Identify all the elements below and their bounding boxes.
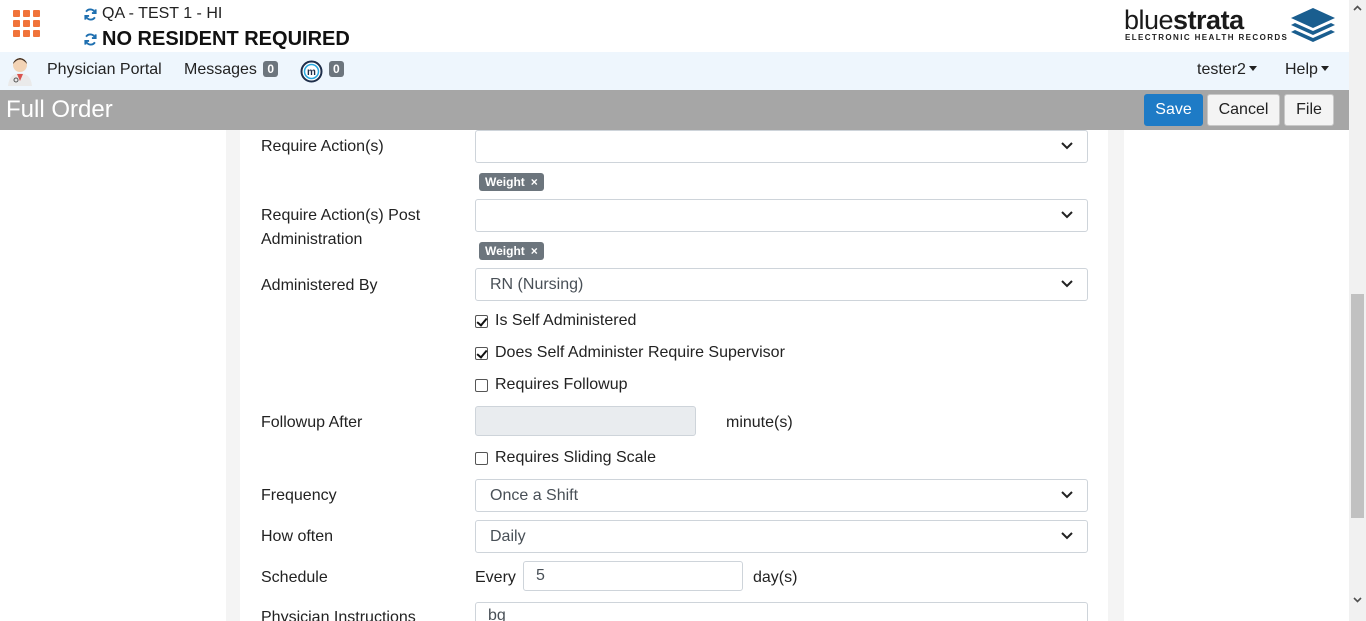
self-admin-supervisor-checkbox[interactable]: Does Self Administer Require Supervisor: [475, 344, 785, 362]
cancel-button[interactable]: Cancel: [1207, 94, 1280, 126]
checkbox-unchecked[interactable]: [475, 378, 488, 392]
brand-logo: bluestrata ELECTRONIC HEALTH RECORDS: [1124, 6, 1336, 44]
messages-count-badge: 0: [263, 61, 279, 77]
apps-grid-icon[interactable]: [13, 10, 41, 38]
is-self-administered-checkbox[interactable]: Is Self Administered: [475, 312, 636, 330]
layers-logo-icon: [1291, 8, 1335, 42]
help-menu[interactable]: Help: [1285, 52, 1329, 90]
file-button[interactable]: File: [1284, 94, 1334, 126]
top-header: QA - TEST 1 - HI NO RESIDENT REQUIRED bl…: [0, 0, 1349, 52]
navbar: Physician Portal Messages 0 m 0 tester2 …: [0, 52, 1349, 90]
scroll-down-arrow-icon[interactable]: [1353, 597, 1362, 603]
require-actions-select[interactable]: [475, 130, 1088, 163]
nav-messages-label: Messages: [184, 61, 257, 78]
administered-by-select[interactable]: RN (Nursing): [475, 268, 1088, 301]
chevron-down-icon: [1061, 280, 1073, 288]
physician-avatar-icon: [8, 58, 32, 86]
caret-down-icon: [1320, 66, 1329, 71]
schedule-unit: day(s): [753, 569, 798, 586]
scrollbar-thumb[interactable]: [1351, 294, 1364, 518]
frequency-label: Frequency: [261, 487, 337, 504]
followup-after-input: [475, 406, 696, 436]
m-logo-icon[interactable]: m: [300, 60, 323, 83]
how-often-select[interactable]: Daily: [475, 520, 1088, 553]
chevron-down-icon: [1061, 142, 1073, 150]
schedule-every-input[interactable]: 5: [523, 561, 743, 591]
help-menu-label: Help: [1285, 61, 1318, 78]
require-actions-post-select[interactable]: [475, 199, 1088, 232]
nav-m-count[interactable]: 0: [327, 52, 344, 90]
require-actions-label: Require Action(s): [261, 138, 384, 155]
refresh-icon[interactable]: [83, 7, 98, 22]
how-often-label: How often: [261, 528, 334, 545]
require-actions-post-label: Require Action(s) Post Administration: [261, 207, 421, 248]
resident-selector[interactable]: NO RESIDENT REQUIRED: [83, 28, 350, 51]
administered-by-value: RN (Nursing): [490, 276, 584, 293]
chevron-down-icon: [1061, 532, 1073, 540]
requires-sliding-scale-label: Requires Sliding Scale: [495, 449, 656, 466]
facility-selector[interactable]: QA - TEST 1 - HI: [83, 5, 222, 23]
requires-followup-checkbox[interactable]: Requires Followup: [475, 376, 628, 394]
administered-by-label: Administered By: [261, 277, 378, 294]
user-menu-label: tester2: [1197, 61, 1246, 78]
requires-followup-label: Requires Followup: [495, 376, 628, 393]
require-actions-post-tag: Weight ×: [479, 242, 544, 260]
is-self-administered-label: Is Self Administered: [495, 312, 637, 329]
nav-physician-portal[interactable]: Physician Portal: [47, 52, 162, 90]
chevron-down-icon: [1061, 491, 1073, 499]
title-bar: Full Order Save Cancel File: [0, 90, 1349, 130]
save-button[interactable]: Save: [1144, 94, 1203, 126]
checkbox-unchecked[interactable]: [475, 451, 488, 465]
facility-name: QA - TEST 1 - HI: [102, 5, 223, 22]
brand-tagline: ELECTRONIC HEALTH RECORDS: [1125, 33, 1289, 42]
physician-instructions-textarea[interactable]: bg: [475, 602, 1088, 621]
chevron-down-icon: [1061, 211, 1073, 219]
checkbox-checked[interactable]: [475, 314, 488, 328]
form-content: Require Action(s) Weight × Require Action…: [0, 130, 1349, 621]
page-title: Full Order: [6, 96, 113, 123]
require-actions-tag: Weight ×: [479, 173, 544, 191]
resident-name: NO RESIDENT REQUIRED: [102, 28, 350, 50]
schedule-label: Schedule: [261, 569, 328, 586]
require-actions-tag-label: Weight: [485, 175, 525, 189]
page-scrollbar[interactable]: [1349, 0, 1366, 621]
physician-instructions-label: Physician Instructions: [261, 609, 416, 621]
schedule-prefix: Every: [475, 569, 516, 586]
brand-wordmark: bluestrata: [1124, 5, 1244, 35]
m-count-badge: 0: [329, 61, 344, 77]
frequency-select[interactable]: Once a Shift: [475, 479, 1088, 512]
caret-down-icon: [1248, 66, 1257, 71]
user-menu[interactable]: tester2: [1197, 52, 1257, 90]
svg-text:m: m: [307, 67, 316, 78]
remove-tag-icon[interactable]: ×: [531, 244, 538, 258]
refresh-icon[interactable]: [83, 32, 98, 47]
scroll-up-arrow-icon[interactable]: [1353, 5, 1362, 11]
frequency-value: Once a Shift: [490, 487, 579, 504]
followup-after-label: Followup After: [261, 414, 363, 431]
nav-messages[interactable]: Messages 0: [184, 52, 279, 90]
require-actions-post-tag-label: Weight: [485, 244, 525, 258]
self-admin-supervisor-label: Does Self Administer Require Supervisor: [495, 344, 785, 361]
how-often-value: Daily: [490, 528, 526, 545]
remove-tag-icon[interactable]: ×: [531, 175, 538, 189]
checkbox-checked[interactable]: [475, 346, 488, 360]
followup-unit: minute(s): [726, 414, 793, 431]
requires-sliding-scale-checkbox[interactable]: Requires Sliding Scale: [475, 449, 656, 467]
